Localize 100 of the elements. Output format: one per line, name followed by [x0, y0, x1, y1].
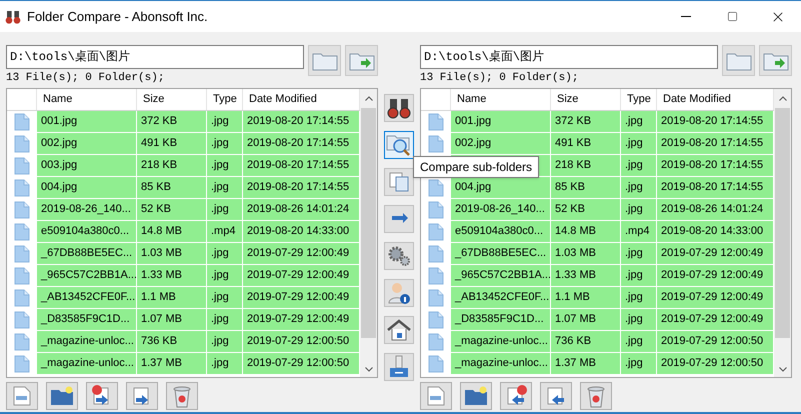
table-cell: 14.8 MB: [137, 221, 207, 243]
column-header[interactable]: Name: [37, 89, 137, 110]
file-count-text: 13 File(s); 0 Folder(s);: [6, 71, 166, 86]
open-folder-button[interactable]: [759, 45, 792, 76]
table-cell: .jpg: [621, 177, 657, 199]
scroll-up-icon[interactable]: [364, 96, 372, 101]
file-icon: [428, 267, 444, 285]
table-cell: .jpg: [621, 199, 657, 221]
toolbar-button[interactable]: [420, 382, 452, 410]
file-icon: [14, 179, 30, 197]
file-info-icon: [425, 385, 447, 407]
table-cell: .jpg: [621, 111, 657, 133]
file-icon: [428, 179, 444, 197]
toolbar-button[interactable]: [460, 382, 492, 410]
column-header[interactable]: Size: [551, 89, 621, 110]
table-cell: .mp4: [207, 221, 243, 243]
table-cell: .jpg: [207, 111, 243, 133]
file-icon: [428, 113, 444, 131]
scroll-down-icon[interactable]: [364, 367, 372, 372]
file-icon: [428, 201, 444, 219]
table-cell: _67DB88BE5EC...: [37, 243, 137, 265]
table-cell: 2019-08-20 17:14:55: [243, 111, 360, 133]
table-cell: _magazine-unloc...: [451, 331, 551, 353]
scroll-thumb[interactable]: [775, 108, 790, 338]
column-header[interactable]: Type: [621, 89, 657, 110]
toolbar-button[interactable]: [86, 382, 118, 410]
copy-icon: [388, 171, 410, 193]
folder-arrow-icon: [762, 50, 788, 70]
scroll-down-icon[interactable]: [778, 367, 786, 372]
path-field[interactable]: D:\tools\桌面\图片: [6, 45, 304, 69]
table-cell: .jpg: [207, 177, 243, 199]
table-cell: _965C57C2BB1A...: [37, 265, 137, 287]
toolbar-button[interactable]: [166, 382, 198, 410]
minimize-icon: [681, 16, 691, 17]
table-cell: 001.jpg: [451, 111, 551, 133]
file-icon: [428, 355, 444, 373]
table-cell: 2019-08-20 17:14:55: [657, 177, 774, 199]
scrollbar[interactable]: [774, 89, 791, 377]
file-icon: [428, 245, 444, 263]
table-cell: 2019-08-20 17:14:55: [243, 177, 360, 199]
file-info-icon: [11, 385, 33, 407]
table-cell: 003.jpg: [37, 155, 137, 177]
table-cell: 2019-08-26_140...: [451, 199, 551, 221]
table-cell: .jpg: [207, 353, 243, 375]
table-cell: _AB13452CFE0F...: [451, 287, 551, 309]
toolbar-button[interactable]: [540, 382, 572, 410]
browse-folder-button[interactable]: [308, 45, 341, 76]
table-cell: _D83585F9C1D...: [451, 309, 551, 331]
table-cell: 2019-07-29 12:00:50: [243, 331, 360, 353]
table-cell: .jpg: [207, 243, 243, 265]
toolbar-button[interactable]: [500, 382, 532, 410]
browse-folder-button[interactable]: [722, 45, 755, 76]
scroll-thumb[interactable]: [361, 108, 376, 338]
table-cell: _965C57C2BB1A...: [451, 265, 551, 287]
table-cell: 2019-08-20 14:33:00: [243, 221, 360, 243]
file-icon: [14, 289, 30, 307]
toolbar-button[interactable]: [6, 382, 38, 410]
table-cell: .jpg: [207, 133, 243, 155]
column-header[interactable]: Name: [451, 89, 551, 110]
column-header[interactable]: Type: [207, 89, 243, 110]
table-cell: 2019-08-20 17:14:55: [657, 111, 774, 133]
table-cell: 2019-07-29 12:00:50: [657, 353, 774, 375]
table-cell: 2019-08-20 14:33:00: [657, 221, 774, 243]
table-cell: 2019-08-26_140...: [37, 199, 137, 221]
toolbar-button[interactable]: [46, 382, 78, 410]
file-icon: [14, 311, 30, 329]
table-cell: 218 KB: [137, 155, 207, 177]
tool-button[interactable]: [384, 242, 414, 270]
table-cell: _magazine-unloc...: [37, 331, 137, 353]
tool-button[interactable]: [384, 279, 414, 307]
open-folder-button[interactable]: [345, 45, 378, 76]
binoculars-icon: [387, 97, 411, 119]
table-cell: 1.37 MB: [137, 353, 207, 375]
toolbar-button[interactable]: [580, 382, 612, 410]
new-folder-icon: [50, 386, 74, 406]
path-field[interactable]: D:\tools\桌面\图片: [420, 45, 718, 69]
table-cell: 736 KB: [551, 331, 621, 353]
table-cell: .jpg: [207, 199, 243, 221]
table-cell: _67DB88BE5EC...: [451, 243, 551, 265]
column-header[interactable]: Size: [137, 89, 207, 110]
table-cell: 2019-07-29 12:00:49: [243, 287, 360, 309]
toolbar-button[interactable]: [126, 382, 158, 410]
table-cell: 004.jpg: [37, 177, 137, 199]
table-cell: 1.03 MB: [551, 243, 621, 265]
scroll-up-icon[interactable]: [778, 96, 786, 101]
table-cell: 2019-08-20 17:14:55: [243, 155, 360, 177]
tool-button[interactable]: [384, 94, 414, 122]
tool-button[interactable]: [384, 316, 414, 344]
table-cell: .jpg: [207, 155, 243, 177]
table-cell: .jpg: [621, 287, 657, 309]
table-cell: 002.jpg: [37, 133, 137, 155]
table-cell: 2019-08-20 17:14:55: [657, 155, 774, 177]
table-cell: .jpg: [207, 331, 243, 353]
folder-icon: [726, 50, 752, 70]
scrollbar[interactable]: [360, 89, 377, 377]
table-cell: 372 KB: [137, 111, 207, 133]
table-cell: 736 KB: [137, 331, 207, 353]
table-cell: _magazine-unloc...: [37, 353, 137, 375]
user-info-icon: [387, 281, 411, 305]
file-icon: [14, 333, 30, 351]
